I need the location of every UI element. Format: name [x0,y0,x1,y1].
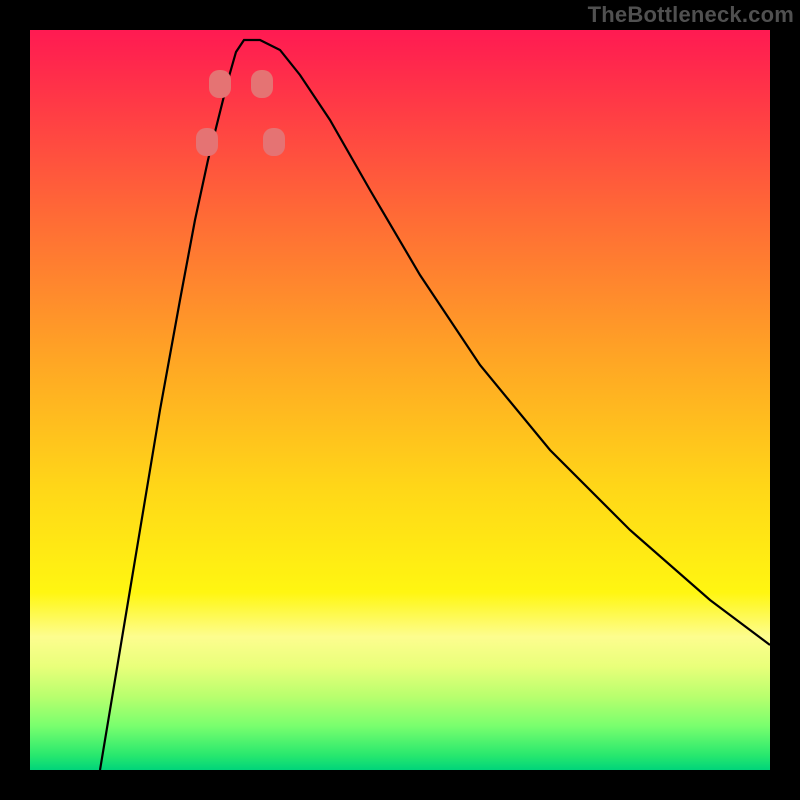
marker-left-lower [209,70,231,98]
marker-right-upper [263,128,285,156]
watermark-text: TheBottleneck.com [588,2,794,28]
curve-layer [30,30,770,770]
marker-left-upper [196,128,218,156]
chart-frame: TheBottleneck.com [0,0,800,800]
marker-right-lower [251,70,273,98]
plot-area [30,30,770,770]
